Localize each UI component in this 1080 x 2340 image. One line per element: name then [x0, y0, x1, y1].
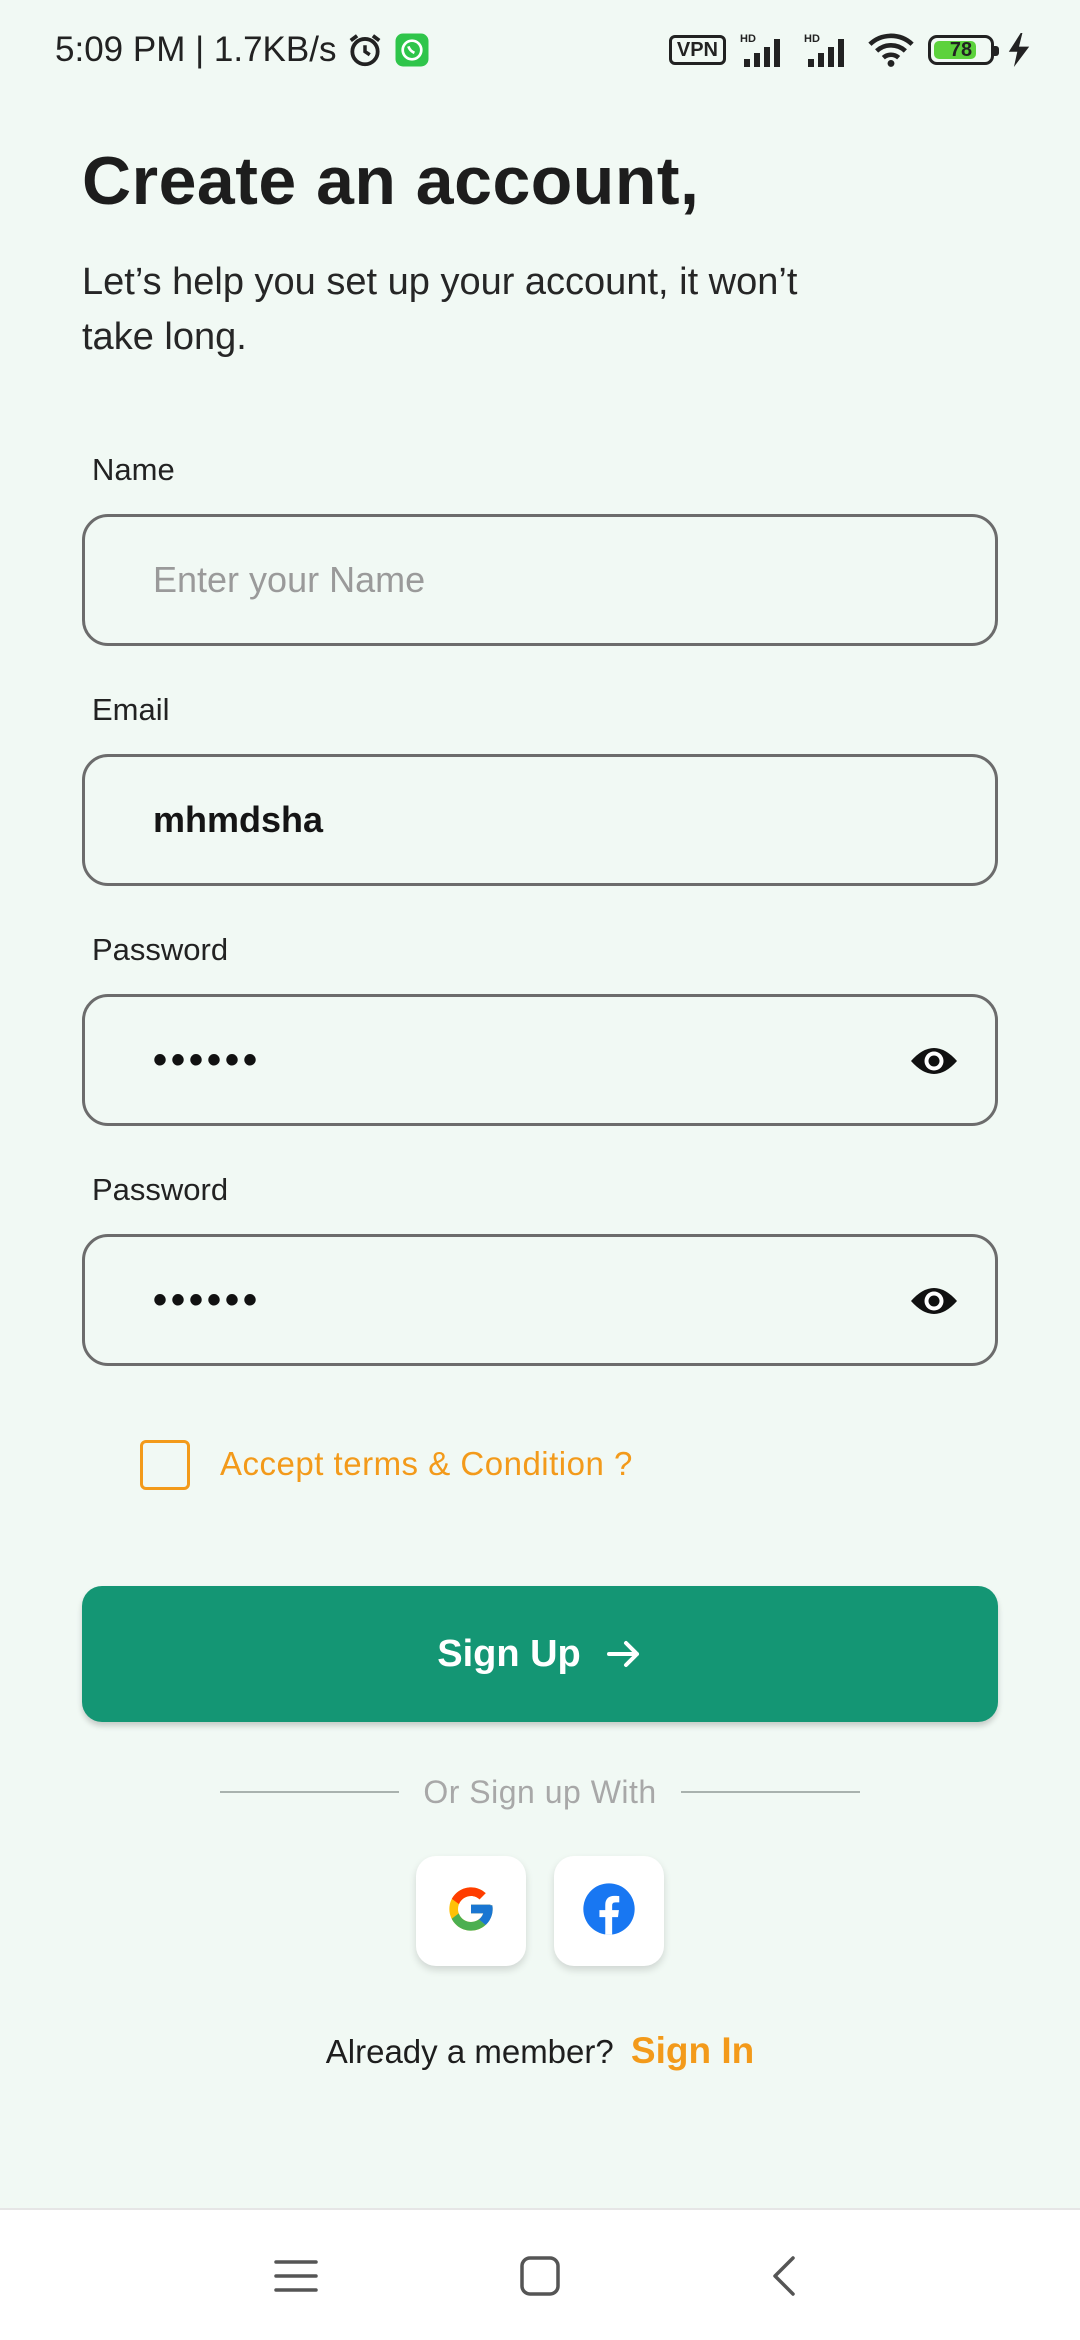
facebook-icon	[581, 1881, 637, 1942]
battery-level: 78	[949, 38, 973, 61]
email-value: mhmdsha	[153, 799, 324, 840]
password-value: ••••••	[153, 1037, 262, 1082]
page-subtitle: Let’s help you set up your account, it w…	[82, 261, 798, 358]
name-field[interactable]: Enter your Name	[82, 514, 998, 646]
member-text: Already a member?	[325, 2033, 614, 2070]
status-left: 5:09 PM | 1.7KB/s	[55, 30, 430, 70]
confirm-password-label: Password	[92, 1172, 229, 1207]
vpn-badge: VPN	[668, 35, 726, 65]
charging-icon	[1008, 33, 1030, 67]
email-field[interactable]: mhmdsha	[82, 754, 998, 886]
name-label: Name	[92, 452, 175, 487]
wifi-icon	[868, 32, 914, 68]
terms-label[interactable]: Accept terms & Condition ?	[220, 1445, 633, 1483]
status-bar: 5:09 PM | 1.7KB/s VPN HD HD 78	[0, 0, 1080, 100]
whatsapp-icon	[394, 32, 430, 68]
status-right: VPN HD HD 78	[668, 31, 1030, 69]
navigation-bar	[0, 2208, 1080, 2340]
signup-label: Sign Up	[437, 1632, 581, 1675]
hd-label-2: HD	[804, 33, 820, 45]
back-icon[interactable]	[754, 2248, 814, 2304]
email-label: Email	[92, 692, 170, 727]
menu-icon[interactable]	[266, 2248, 326, 2304]
terms-checkbox[interactable]	[140, 1440, 190, 1490]
signin-link[interactable]: Sign In	[631, 2030, 754, 2071]
signin-prompt: Already a member? Sign In	[0, 2030, 1080, 2072]
google-signup-button[interactable]	[416, 1856, 526, 1966]
confirm-password-value: ••••••	[153, 1277, 262, 1322]
eye-icon[interactable]	[909, 1281, 959, 1321]
google-icon	[445, 1883, 497, 1940]
divider-text: Or Sign up With	[423, 1773, 657, 1810]
status-time-speed: 5:09 PM | 1.7KB/s	[55, 30, 337, 69]
signal-icon: HD	[740, 31, 790, 69]
page-title: Create an account,	[82, 143, 700, 219]
home-icon[interactable]	[510, 2248, 570, 2304]
password-label: Password	[92, 932, 229, 967]
arrow-right-icon	[606, 1639, 643, 1669]
signup-button[interactable]: Sign Up	[82, 1586, 998, 1722]
facebook-signup-button[interactable]	[554, 1856, 664, 1966]
divider-line-right	[680, 1791, 861, 1793]
hd-label-1: HD	[740, 33, 756, 45]
signup-divider: Or Sign up With	[220, 1772, 861, 1812]
eye-icon[interactable]	[909, 1041, 959, 1081]
password-field[interactable]: ••••••	[82, 994, 998, 1126]
signal-icon: HD	[804, 31, 854, 69]
battery-icon: 78	[928, 35, 999, 65]
alarm-icon	[346, 31, 384, 69]
name-placeholder: Enter your Name	[153, 559, 426, 600]
confirm-password-field[interactable]: ••••••	[82, 1234, 998, 1366]
divider-line-left	[220, 1791, 400, 1793]
